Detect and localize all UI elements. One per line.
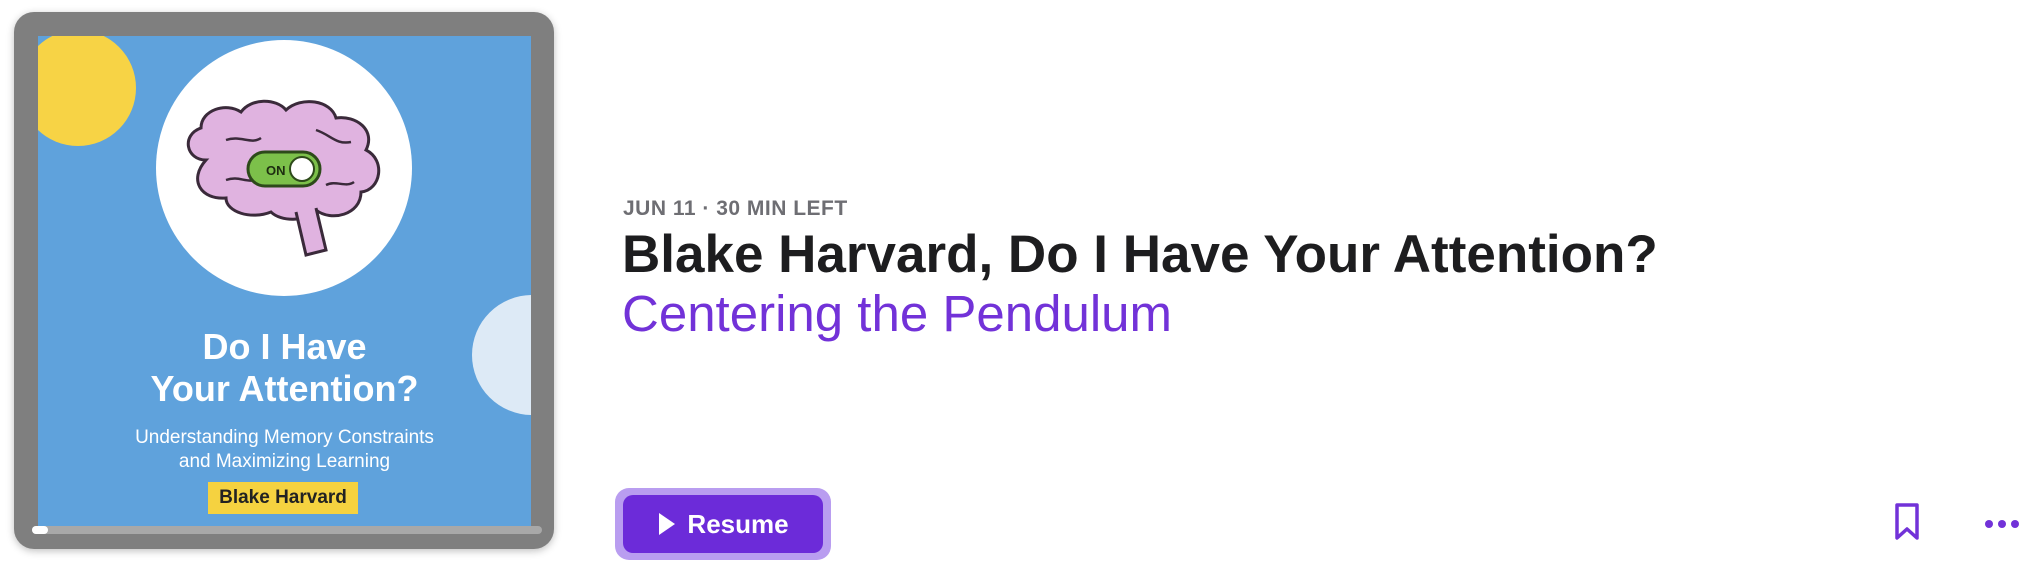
more-icon: [1985, 520, 2019, 528]
episode-title[interactable]: Blake Harvard, Do I Have Your Attention?: [622, 224, 1658, 285]
decorative-circle-yellow: [38, 36, 136, 146]
play-icon: [659, 513, 676, 535]
show-link[interactable]: Centering the Pendulum: [622, 284, 1172, 343]
bookmark-button[interactable]: [1891, 502, 1923, 542]
episode-artwork[interactable]: ON Do I Have Your Attention? Understandi…: [14, 12, 554, 549]
brain-icon: ON: [186, 99, 381, 257]
episode-meta: JUN 11 · 30 MIN LEFT: [623, 197, 848, 220]
cover-author-badge: Blake Harvard: [208, 482, 358, 514]
playback-progress-bar: [32, 526, 542, 534]
cover-subtitle: Understanding Memory Constraints and Max…: [135, 427, 434, 472]
resume-button[interactable]: Resume: [623, 495, 823, 553]
cover-image: ON Do I Have Your Attention? Understandi…: [38, 36, 531, 534]
switch-label: ON: [266, 163, 286, 178]
more-button[interactable]: [1982, 512, 2022, 536]
resume-label: Resume: [687, 508, 789, 539]
cover-title: Do I Have Your Attention?: [150, 326, 419, 409]
bookmark-icon: [1895, 503, 1919, 540]
playback-progress-fill: [32, 526, 48, 534]
